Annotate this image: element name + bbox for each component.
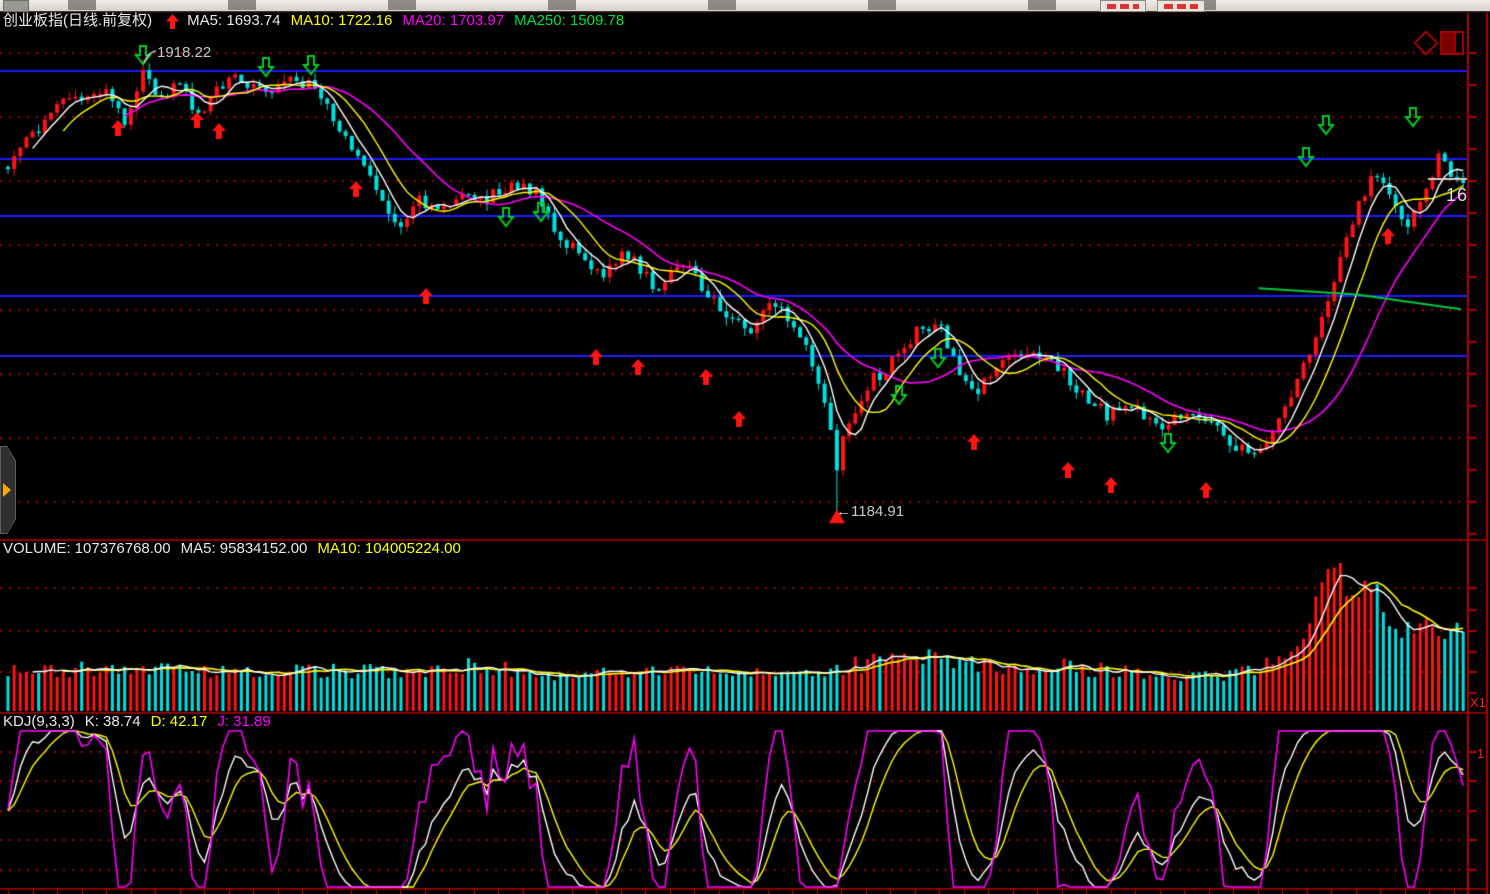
up-arrow-icon	[166, 14, 179, 29]
kdj-axis-label-partial: 1	[1477, 746, 1484, 761]
sidebar-expand-handle[interactable]	[0, 446, 16, 534]
app-icon	[3, 0, 29, 12]
instrument-title: 创业板指(日线.前复权)	[3, 13, 152, 29]
last-price-label-partial: 16	[1446, 185, 1468, 206]
menubar-button-2[interactable]	[1157, 0, 1205, 12]
menu-items-clipped	[30, 0, 1230, 10]
kdj-label-row: KDJ(9,3,3) K: 38.74 D: 42.17 J: 31.89	[3, 714, 281, 730]
volume-label-row: VOLUME: 107376768.00 MA5: 95834152.00 MA…	[3, 541, 471, 557]
ma10-value: MA10: 1722.16	[291, 13, 393, 29]
kdj-j-value: J: 31.89	[217, 714, 270, 730]
menubar-button-1[interactable]	[1100, 0, 1146, 12]
menu-bar[interactable]	[0, 0, 1490, 12]
volume-ma5-value: MA5: 95834152.00	[181, 541, 308, 557]
split-window-icon[interactable]	[1440, 31, 1464, 55]
low-price-annotation: ←1184.91	[836, 503, 904, 520]
kdj-k-value: K: 38.74	[85, 714, 141, 730]
volume-axis-unit: X1	[1470, 695, 1486, 710]
chart-canvas[interactable]	[0, 0, 1490, 894]
kdj-indicator-label: KDJ(9,3,3)	[3, 714, 75, 730]
ma5-value: MA5: 1693.74	[187, 13, 280, 29]
volume-ma10-value: MA10: 104005224.00	[317, 541, 460, 557]
ma20-value: MA20: 1703.97	[402, 13, 504, 29]
chart-title-row: 创业板指(日线.前复权) MA5: 1693.74 MA10: 1722.16 …	[3, 13, 634, 29]
trading-app-window: 创业板指(日线.前复权) MA5: 1693.74 MA10: 1722.16 …	[0, 0, 1490, 894]
kdj-d-value: D: 42.17	[151, 714, 208, 730]
expand-arrow-icon	[3, 483, 11, 497]
high-price-annotation: 1918.22	[157, 44, 211, 61]
ma250-value: MA250: 1509.78	[514, 13, 624, 29]
volume-value: VOLUME: 107376768.00	[3, 541, 171, 557]
